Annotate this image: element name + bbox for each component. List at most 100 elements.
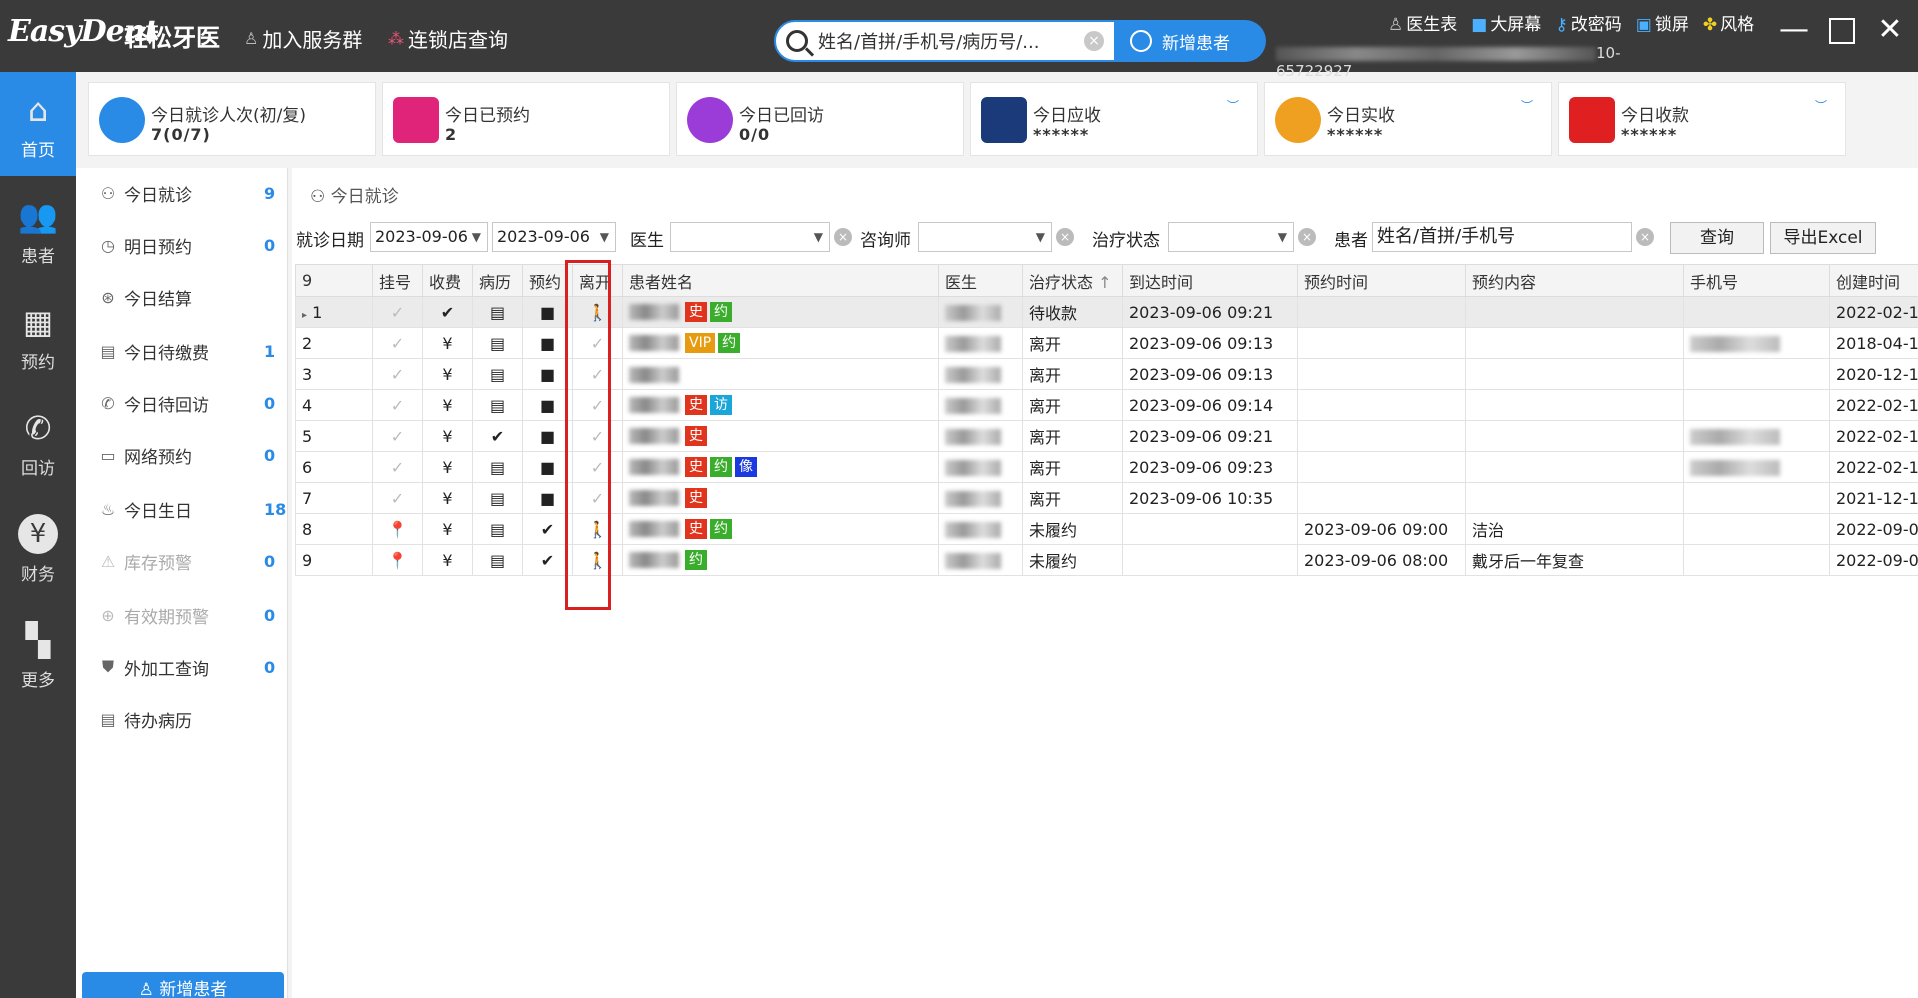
charge-cell[interactable]: ¥ xyxy=(422,420,473,452)
eye-closed-icon[interactable]: ︶ xyxy=(1521,97,1533,114)
table-row[interactable]: 3 ✓ ¥ ▤ ■ ✓ 离开 2023-09-06 09:13 2020-12-1 xyxy=(295,358,1918,390)
sidebar-item-pending-followup[interactable]: ✆ 今日待回访 0 xyxy=(98,388,278,418)
record-cell[interactable]: ✔ xyxy=(472,420,523,452)
nav-more[interactable]: ▚ 更多 xyxy=(0,602,76,706)
record-cell[interactable]: ▤ xyxy=(472,544,523,576)
record-cell[interactable]: ▤ xyxy=(472,327,523,359)
sidebar-add-patient-button[interactable]: ♙ 新增患者 xyxy=(82,972,284,998)
charge-cell[interactable]: ¥ xyxy=(422,389,473,421)
stat-card-today-appointments[interactable]: 今日已预约 2 xyxy=(382,82,670,156)
patient-name-cell[interactable]: 约 xyxy=(622,544,939,576)
column-header[interactable]: 治疗状态 ↑ xyxy=(1022,264,1123,297)
status-clear-icon[interactable]: × xyxy=(1298,228,1316,246)
stat-card-today-followups[interactable]: 今日已回访 0/0 xyxy=(676,82,964,156)
record-cell[interactable]: ▤ xyxy=(472,389,523,421)
query-button[interactable]: 查询 xyxy=(1670,222,1764,254)
nav-followup[interactable]: ✆ 回访 xyxy=(0,390,76,494)
global-search-input[interactable]: 姓名/首拼/手机号/病历号/... × xyxy=(774,20,1116,62)
column-header[interactable]: 预约内容 xyxy=(1465,264,1684,297)
table-row[interactable]: 9 📍 ¥ ▤ ✔ 🚶 约未履约 2023-09-06 08:00 戴牙后一年复查 2022-09… xyxy=(295,544,1918,576)
record-cell[interactable]: ▤ xyxy=(472,296,523,328)
consultant-clear-icon[interactable]: × xyxy=(1056,228,1074,246)
registered-cell[interactable]: ✓ xyxy=(372,389,423,421)
table-row[interactable]: ▸ 1 ✓ ✔ ▤ ■ 🚶 史约待收款 2023-09-06 09:21 2022-02-1 xyxy=(295,296,1918,328)
column-header[interactable]: 创建时间 xyxy=(1829,264,1918,297)
patient-name-cell[interactable]: 史约 xyxy=(622,296,939,328)
table-row[interactable]: 6 ✓ ¥ ▤ ■ ✓ 史约像离开 2023-09-06 09:23 2022-02-1 xyxy=(295,451,1918,483)
close-button[interactable]: ✕ xyxy=(1870,10,1910,50)
charge-cell[interactable]: ¥ xyxy=(422,544,473,576)
registered-cell[interactable]: ✓ xyxy=(372,327,423,359)
export-excel-button[interactable]: 导出Excel xyxy=(1770,222,1876,254)
eye-closed-icon[interactable]: ︶ xyxy=(1227,97,1239,114)
big-screen-link[interactable]: ■ 大屏幕 xyxy=(1471,10,1541,35)
patient-name-cell[interactable]: 史 xyxy=(622,482,939,514)
doctor-clear-icon[interactable]: × xyxy=(834,228,852,246)
record-cell[interactable]: ▤ xyxy=(472,358,523,390)
table-row[interactable]: 8 📍 ¥ ▤ ✔ 🚶 史约未履约 2023-09-06 09:00 洁治 2022-09-0 xyxy=(295,513,1918,545)
sidebar-item-pending-records[interactable]: ▤ 待办病历 xyxy=(98,704,278,734)
patient-search-input[interactable]: 姓名/首拼/手机号 xyxy=(1372,222,1632,252)
sidebar-item-today-visits[interactable]: ⚇ 今日就诊 9 xyxy=(98,178,278,208)
column-header[interactable]: 手机号 xyxy=(1683,264,1830,297)
sidebar-item-pending-payment[interactable]: ▤ 今日待缴费 1 xyxy=(98,336,278,366)
registered-cell[interactable]: ✓ xyxy=(372,296,423,328)
table-row[interactable]: 7 ✓ ¥ ▤ ■ ✓ 史离开 2023-09-06 10:35 2021-12-1 xyxy=(295,482,1918,514)
column-header[interactable]: 9 xyxy=(295,264,373,297)
patient-name-cell[interactable] xyxy=(622,358,939,390)
patient-name-cell[interactable]: 史约像 xyxy=(622,451,939,483)
doctor-table-link[interactable]: ♙ 医生表 xyxy=(1388,10,1457,35)
date-to-picker[interactable]: 2023-09-06 ▼ xyxy=(492,222,616,252)
record-cell[interactable]: ▤ xyxy=(472,482,523,514)
sidebar-item-tomorrow-appointments[interactable]: ◷ 明日预约 0 xyxy=(98,230,278,260)
column-header[interactable]: 医生 xyxy=(938,264,1023,297)
patient-name-cell[interactable]: 史约 xyxy=(622,513,939,545)
add-patient-button[interactable]: 新增患者 xyxy=(1116,20,1266,62)
registered-cell[interactable]: 📍 xyxy=(372,544,423,576)
change-password-link[interactable]: ⚷ 改密码 xyxy=(1555,10,1621,35)
column-header[interactable]: 预约时间 xyxy=(1297,264,1466,297)
maximize-button[interactable] xyxy=(1822,10,1862,50)
stat-card-received[interactable]: 今日实收 ****** ︶ xyxy=(1264,82,1552,156)
sidebar-item-stock-warning[interactable]: ⚠ 库存预警 0 xyxy=(98,546,278,576)
record-cell[interactable]: ▤ xyxy=(472,451,523,483)
stat-card-collected[interactable]: 今日收款 ****** ︶ xyxy=(1558,82,1846,156)
sidebar-item-outsourcing-query[interactable]: ⛊ 外加工查询 0 xyxy=(98,652,278,682)
charge-cell[interactable]: ¥ xyxy=(422,482,473,514)
style-link[interactable]: ✤ 风格 xyxy=(1703,10,1754,35)
column-header[interactable]: 到达时间 xyxy=(1122,264,1298,297)
stat-card-receivable[interactable]: 今日应收 ****** ︶ xyxy=(970,82,1258,156)
consultant-select[interactable]: ▼ xyxy=(918,222,1052,252)
sidebar-item-expiry-warning[interactable]: ⊕ 有效期预警 0 xyxy=(98,600,278,630)
lock-screen-link[interactable]: ▣ 锁屏 xyxy=(1636,10,1689,35)
patient-name-cell[interactable]: VIP 约 xyxy=(622,327,939,359)
registered-cell[interactable]: ✓ xyxy=(372,482,423,514)
nav-finance[interactable]: ¥ 财务 xyxy=(0,496,76,600)
column-header[interactable]: 患者姓名 xyxy=(622,264,939,297)
column-header[interactable]: 挂号 xyxy=(372,264,423,297)
patient-name-cell[interactable]: 史访 xyxy=(622,389,939,421)
join-group-link[interactable]: ♙ 加入服务群 xyxy=(244,24,362,53)
table-row[interactable]: 2 ✓ ¥ ▤ ■ ✓ VIP 约离开 2023-09-06 09:13 2018-04-1 xyxy=(295,327,1918,359)
nav-appointments[interactable]: ▦ 预约 xyxy=(0,284,76,388)
nav-patients[interactable]: 👥 患者 xyxy=(0,178,76,282)
column-header[interactable]: 病历 xyxy=(472,264,523,297)
chain-query-link[interactable]: ⁂ 连锁店查询 xyxy=(388,24,508,53)
registered-cell[interactable]: ✓ xyxy=(372,451,423,483)
charge-cell[interactable]: ¥ xyxy=(422,451,473,483)
charge-cell[interactable]: ✔ xyxy=(422,296,473,328)
registered-cell[interactable]: ✓ xyxy=(372,420,423,452)
doctor-select[interactable]: ▼ xyxy=(670,222,830,252)
date-from-picker[interactable]: 2023-09-06 ▼ xyxy=(370,222,488,252)
table-row[interactable]: 5 ✓ ¥ ✔ ■ ✓ 史离开 2023-09-06 09:21 2022-02-1 xyxy=(295,420,1918,452)
stat-card-today-visits[interactable]: 今日就诊人次(初/复) 7(0/7) xyxy=(88,82,376,156)
sidebar-item-birthdays[interactable]: ♨ 今日生日 18 xyxy=(98,494,286,524)
table-row[interactable]: 4 ✓ ¥ ▤ ■ ✓ 史访离开 2023-09-06 09:14 2022-02-1 xyxy=(295,389,1918,421)
registered-cell[interactable]: 📍 xyxy=(372,513,423,545)
record-cell[interactable]: ▤ xyxy=(472,513,523,545)
clear-icon[interactable]: × xyxy=(1084,31,1104,51)
sidebar-item-today-settlement[interactable]: ⊛ 今日结算 xyxy=(98,282,278,312)
eye-closed-icon[interactable]: ︶ xyxy=(1815,97,1827,114)
minimize-button[interactable]: — xyxy=(1774,10,1814,50)
treatment-status-select[interactable]: ▼ xyxy=(1168,222,1294,252)
